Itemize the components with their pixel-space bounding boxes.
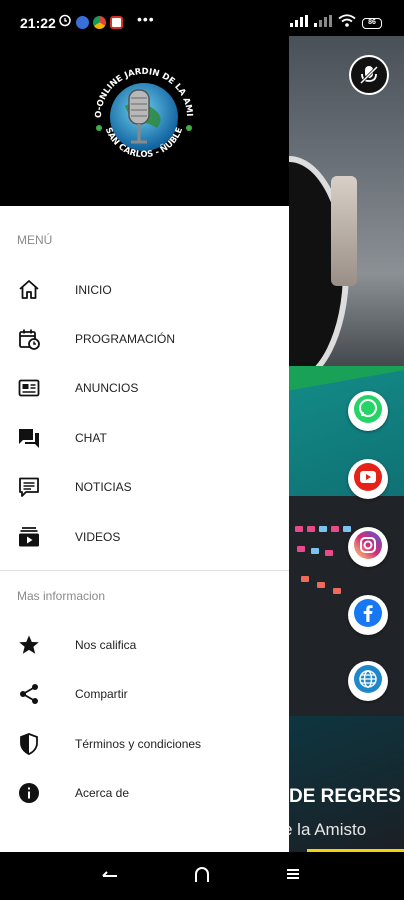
menu-item-acerca-de[interactable]: Acerca de [0, 768, 289, 817]
menu-item-terminos[interactable]: Términos y condiciones [0, 719, 289, 768]
signal-icon-2 [314, 14, 332, 32]
voice-message-button[interactable] [349, 55, 389, 95]
home-nav-icon [192, 865, 212, 888]
more-notifications-icon: ••• [137, 11, 155, 27]
menu-item-nos-califica[interactable]: Nos califica [0, 620, 289, 669]
youtube-button[interactable] [348, 459, 388, 499]
back-button[interactable] [98, 864, 122, 888]
facebook-button[interactable] [348, 595, 388, 635]
back-icon [100, 867, 120, 886]
menu-item-label: Términos y condiciones [75, 736, 202, 751]
menu-item-label: PROGRAMACIÓN [75, 331, 176, 346]
menu-item-compartir[interactable]: Compartir [0, 669, 289, 718]
web-icon [353, 664, 383, 699]
menu-item-label: Acerca de [75, 785, 130, 800]
menu-item-label: ANUNCIOS [75, 380, 139, 395]
recents-icon [285, 866, 301, 887]
home-icon [16, 277, 42, 303]
drawer-divider [0, 570, 289, 571]
status-bar: 21:22 ••• 86 [0, 0, 404, 36]
background-app: DE REGRES e la Amisto [289, 36, 404, 852]
menu-item-inicio[interactable]: INICIO [0, 265, 289, 314]
info-icon [16, 780, 42, 806]
menu-item-label: NOTICIAS [75, 479, 132, 494]
facebook-icon [353, 598, 383, 633]
menu-item-label: Nos califica [75, 637, 137, 652]
home-button[interactable] [190, 864, 214, 888]
gmail-icon [110, 16, 123, 29]
comment-text-icon [16, 474, 42, 500]
instagram-button[interactable] [348, 527, 388, 567]
video-library-icon [16, 524, 42, 550]
menu-section-label: MENÚ [17, 233, 53, 247]
calendar-clock-icon [16, 326, 42, 352]
share-icon [16, 681, 42, 707]
youtube-icon [353, 462, 383, 497]
menu-item-anuncios[interactable]: ANUNCIOS [0, 363, 289, 412]
shield-icon [16, 731, 42, 757]
banner-title: DE REGRES [289, 786, 401, 807]
chat-icon [16, 425, 42, 451]
chrome-icon [93, 16, 106, 29]
alarm-icon [58, 13, 72, 32]
signal-icon [290, 14, 308, 32]
recents-button[interactable] [281, 864, 305, 888]
menu-item-noticias[interactable]: NOTICIAS [0, 462, 289, 511]
menu-item-chat[interactable]: CHAT [0, 413, 289, 462]
status-time: 21:22 [20, 15, 56, 31]
whatsapp-icon [353, 394, 383, 429]
menu-item-label: Compartir [75, 686, 128, 701]
star-icon [16, 632, 42, 658]
menu-item-label: VIDEOS [75, 529, 121, 544]
battery-icon: 86 [362, 17, 382, 29]
studio-photo [289, 36, 404, 386]
menu-item-programacion[interactable]: PROGRAMACIÓN [0, 314, 289, 363]
whatsapp-button[interactable] [348, 391, 388, 431]
menu-item-label: INICIO [75, 282, 112, 297]
more-info-section-label: Mas informacion [17, 589, 106, 603]
radio-logo: RADIO-ONLINE JARDIN DE LA AMISTAD SAN CA… [81, 51, 203, 176]
navigation-drawer: RADIO-ONLINE JARDIN DE LA AMISTAD SAN CA… [0, 0, 289, 852]
newspaper-icon [16, 375, 42, 401]
wifi-icon [338, 14, 356, 32]
website-button[interactable] [348, 661, 388, 701]
system-navigation-bar [0, 852, 404, 900]
messenger-icon [76, 16, 89, 29]
menu-item-videos[interactable]: VIDEOS [0, 512, 289, 561]
banner-subtitle: e la Amisto [289, 820, 367, 839]
menu-item-label: CHAT [75, 430, 107, 445]
instagram-icon [353, 530, 383, 565]
